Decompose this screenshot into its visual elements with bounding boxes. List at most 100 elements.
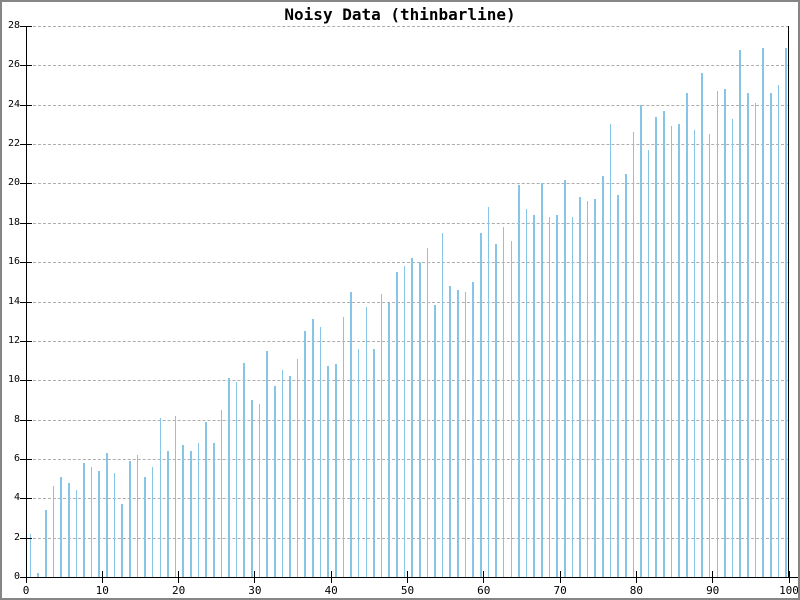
x-tick-label: 80 bbox=[619, 585, 653, 597]
x-tick bbox=[178, 571, 179, 583]
y-tick-label: 20 bbox=[2, 177, 20, 189]
bar bbox=[511, 241, 513, 578]
bar bbox=[617, 195, 619, 577]
bar bbox=[404, 266, 406, 577]
bar bbox=[701, 73, 703, 577]
bar bbox=[251, 400, 253, 577]
bar bbox=[465, 292, 467, 577]
bar bbox=[434, 305, 436, 577]
bar bbox=[564, 180, 566, 578]
bar bbox=[60, 477, 62, 577]
bar bbox=[182, 445, 184, 577]
bar bbox=[335, 364, 337, 577]
bar bbox=[358, 349, 360, 577]
bar bbox=[373, 349, 375, 577]
bar bbox=[312, 319, 314, 577]
x-tick bbox=[331, 571, 332, 583]
bar bbox=[762, 48, 764, 577]
bar bbox=[610, 124, 612, 577]
x-tick bbox=[712, 571, 713, 583]
bar bbox=[129, 461, 131, 577]
x-tick-label: 90 bbox=[696, 585, 730, 597]
bar bbox=[694, 130, 696, 577]
bar bbox=[709, 134, 711, 577]
bar bbox=[98, 471, 100, 577]
bar bbox=[243, 363, 245, 577]
y-tick-label: 16 bbox=[2, 256, 20, 268]
bar bbox=[68, 483, 70, 577]
bar bbox=[160, 418, 162, 577]
bar bbox=[53, 486, 55, 577]
y-tick bbox=[20, 341, 32, 342]
bar bbox=[114, 473, 116, 577]
chart-title: Noisy Data (thinbarline) bbox=[2, 5, 798, 24]
chart-window: Noisy Data (thinbarline) 024681012141618… bbox=[0, 0, 800, 600]
h-gridline bbox=[28, 26, 789, 27]
plot-right-border bbox=[788, 26, 789, 577]
bar bbox=[91, 467, 93, 577]
x-tick bbox=[483, 571, 484, 583]
y-tick bbox=[20, 459, 32, 460]
bar bbox=[76, 490, 78, 577]
bar bbox=[549, 217, 551, 577]
y-tick-label: 26 bbox=[2, 59, 20, 71]
h-gridline bbox=[28, 144, 789, 145]
y-tick bbox=[20, 420, 32, 421]
y-tick bbox=[20, 65, 32, 66]
y-tick-label: 0 bbox=[2, 571, 20, 583]
bar bbox=[427, 248, 429, 577]
bar bbox=[556, 215, 558, 577]
x-tick bbox=[560, 571, 561, 583]
bar bbox=[144, 477, 146, 577]
x-tick-label: 30 bbox=[238, 585, 272, 597]
bar bbox=[579, 197, 581, 577]
y-tick-label: 14 bbox=[2, 296, 20, 308]
bar bbox=[785, 48, 787, 577]
bar bbox=[587, 201, 589, 577]
x-tick-label: 40 bbox=[314, 585, 348, 597]
bar bbox=[739, 50, 741, 577]
bar bbox=[198, 443, 200, 577]
x-tick bbox=[26, 571, 27, 583]
h-gridline bbox=[28, 459, 789, 460]
x-tick-label: 0 bbox=[9, 585, 43, 597]
h-gridline bbox=[28, 105, 789, 106]
bar bbox=[778, 85, 780, 577]
bar bbox=[671, 126, 673, 577]
bar bbox=[381, 294, 383, 577]
bar bbox=[213, 443, 215, 577]
bar bbox=[83, 463, 85, 577]
bar bbox=[449, 286, 451, 577]
x-tick bbox=[636, 571, 637, 583]
bar bbox=[297, 359, 299, 577]
x-tick-label: 60 bbox=[467, 585, 501, 597]
x-tick bbox=[407, 571, 408, 583]
x-tick bbox=[254, 571, 255, 583]
y-tick-label: 24 bbox=[2, 99, 20, 111]
bar bbox=[304, 331, 306, 577]
bar bbox=[747, 93, 749, 577]
bar bbox=[755, 103, 757, 577]
y-tick bbox=[20, 498, 32, 499]
bar bbox=[488, 207, 490, 577]
y-tick bbox=[20, 183, 32, 184]
bar bbox=[678, 124, 680, 577]
x-tick-label: 10 bbox=[85, 585, 119, 597]
x-tick-label: 50 bbox=[391, 585, 425, 597]
bar bbox=[221, 410, 223, 577]
bar bbox=[274, 386, 276, 577]
h-gridline bbox=[28, 498, 789, 499]
bar bbox=[518, 185, 520, 577]
plot-area: 0246810121416182022242628 01020304050607… bbox=[26, 26, 789, 577]
y-tick-label: 8 bbox=[2, 414, 20, 426]
bar bbox=[45, 510, 47, 577]
bar bbox=[137, 455, 139, 577]
x-axis-line bbox=[26, 577, 800, 578]
bar bbox=[228, 378, 230, 577]
y-tick-label: 12 bbox=[2, 335, 20, 347]
y-tick-label: 4 bbox=[2, 492, 20, 504]
bar bbox=[205, 422, 207, 577]
h-gridline bbox=[28, 183, 789, 184]
bar bbox=[770, 93, 772, 577]
y-tick-label: 22 bbox=[2, 138, 20, 150]
